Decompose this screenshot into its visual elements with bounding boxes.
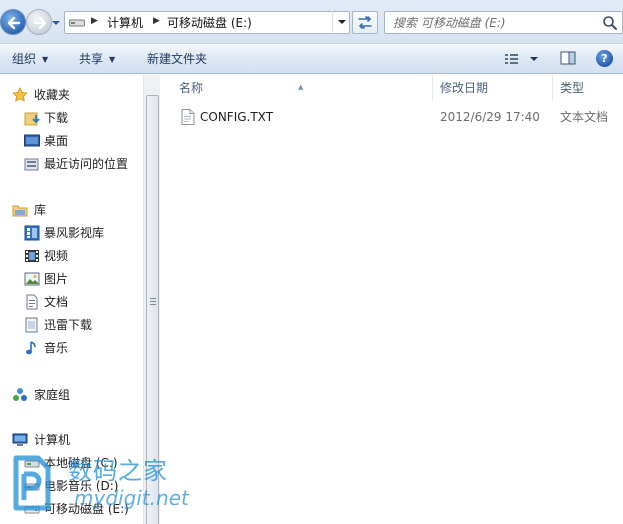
caret-down-icon: ▼ <box>42 55 49 64</box>
command-bar: 组织 ▼ 共享 ▼ 新建文件夹 ? <box>0 44 623 74</box>
preview-pane-button[interactable] <box>560 50 576 66</box>
search-input[interactable] <box>393 14 598 31</box>
star-icon <box>12 87 28 102</box>
recent-places-icon <box>24 158 39 171</box>
nav-favorites-label: 收藏夹 <box>34 88 71 102</box>
file-name: CONFIG.TXT <box>200 110 274 124</box>
nav-item-recent-places[interactable]: 最近访问的位置 <box>0 154 140 174</box>
desktop-icon <box>24 134 40 147</box>
file-modified: 2012/6/29 17:40 <box>440 110 540 124</box>
forward-button[interactable] <box>26 9 52 35</box>
file-row[interactable]: CONFIG.TXT 2012/6/29 17:40 文本文档 <box>161 106 623 128</box>
new-folder-button[interactable]: 新建文件夹 <box>147 51 207 67</box>
breadcrumb-separator-icon[interactable]: ▶ <box>91 16 98 26</box>
organize-label: 组织 <box>12 52 37 66</box>
file-type: 文本文档 <box>560 110 609 124</box>
share-label: 共享 <box>79 52 104 66</box>
search-icon[interactable] <box>602 15 618 31</box>
arrow-right-icon <box>33 16 47 30</box>
nav-homegroup-label: 家庭组 <box>34 388 71 402</box>
watermark: 数码之家 mydigit.net <box>8 450 198 520</box>
nav-libraries-label: 库 <box>34 203 47 217</box>
computer-icon <box>12 433 28 446</box>
video-icon <box>25 250 39 262</box>
nav-item-label: 迅雷下载 <box>44 318 93 332</box>
refresh-icon <box>358 16 372 29</box>
nav-item-label: 下载 <box>44 111 69 125</box>
nav-item-label: 音乐 <box>44 341 69 355</box>
back-button[interactable] <box>0 9 26 35</box>
breadcrumb-removable-disk[interactable]: 可移动磁盘 (E:) <box>167 15 252 31</box>
nav-item-label: 最近访问的位置 <box>44 157 129 171</box>
watermark-cn: 数码之家 <box>68 457 168 485</box>
watermark-logo-icon <box>13 455 51 511</box>
nav-item-label: 暴风影视库 <box>44 226 105 240</box>
caret-down-icon: ▼ <box>109 55 116 64</box>
text-file-icon <box>181 109 195 125</box>
nav-item-documents[interactable]: 文档 <box>0 292 140 312</box>
music-icon <box>26 341 36 355</box>
picture-icon <box>24 272 40 286</box>
nav-homegroup[interactable]: 家庭组 <box>0 385 140 405</box>
nav-libraries[interactable]: 库 <box>0 200 140 220</box>
preview-pane-icon <box>560 51 576 65</box>
column-header-name-label: 名称 <box>179 81 204 95</box>
media-library-icon <box>24 225 40 241</box>
change-view-button[interactable] <box>504 51 540 67</box>
arrow-left-icon <box>7 16 21 30</box>
organize-menu[interactable]: 组织 ▼ <box>12 51 48 67</box>
column-header-modified[interactable]: 修改日期 <box>434 75 553 101</box>
homegroup-icon <box>13 388 27 401</box>
column-header-name[interactable]: ▲ 名称 <box>161 75 433 101</box>
address-bar-row: ▶ 计算机 ▶ 可移动磁盘 (E:) <box>0 0 623 44</box>
help-button[interactable]: ? <box>596 50 613 67</box>
chevron-down-icon <box>338 20 346 24</box>
nav-item-label: 文档 <box>44 295 69 309</box>
address-box[interactable]: ▶ 计算机 ▶ 可移动磁盘 (E:) <box>64 11 350 34</box>
nav-item-label: 桌面 <box>44 134 69 148</box>
column-header-type-label: 类型 <box>560 81 585 95</box>
view-details-icon <box>505 54 538 64</box>
nav-favorites[interactable]: 收藏夹 <box>0 85 140 105</box>
download-library-icon <box>25 317 38 333</box>
new-folder-label: 新建文件夹 <box>147 52 208 66</box>
address-history-dropdown[interactable] <box>332 11 350 34</box>
download-folder-icon <box>24 112 40 126</box>
nav-item-xunlei-download[interactable]: 迅雷下载 <box>0 315 140 335</box>
file-list-pane: ▲ 名称 修改日期 类型 CONFIG.TXT 2012/6/29 17:40 … <box>161 75 623 524</box>
nav-item-label: 视频 <box>44 249 69 263</box>
breadcrumb-separator-icon[interactable]: ▶ <box>153 16 160 26</box>
nav-computer-label: 计算机 <box>34 433 71 447</box>
sort-ascending-icon: ▲ <box>298 83 304 91</box>
nav-item-pictures[interactable]: 图片 <box>0 269 140 289</box>
breadcrumb-computer[interactable]: 计算机 <box>107 15 143 31</box>
grip-icon <box>150 298 156 306</box>
nav-item-desktop[interactable]: 桌面 <box>0 131 140 151</box>
column-header-modified-label: 修改日期 <box>440 81 489 95</box>
share-menu[interactable]: 共享 ▼ <box>79 51 115 67</box>
nav-item-baofeng-library[interactable]: 暴风影视库 <box>0 223 140 243</box>
help-icon: ? <box>601 52 608 65</box>
nav-item-downloads[interactable]: 下载 <box>0 108 140 128</box>
search-box[interactable] <box>384 11 623 34</box>
watermark-en: mydigit.net <box>74 486 189 510</box>
chevron-down-icon <box>52 21 60 25</box>
library-icon <box>12 205 28 217</box>
recent-pages-button[interactable] <box>51 17 61 27</box>
column-header-type[interactable]: 类型 <box>554 75 623 101</box>
nav-computer[interactable]: 计算机 <box>0 430 140 450</box>
nav-item-label: 图片 <box>44 272 69 286</box>
nav-item-music[interactable]: 音乐 <box>0 338 140 358</box>
refresh-button[interactable] <box>352 11 378 34</box>
drive-icon <box>69 19 85 27</box>
document-icon <box>26 294 38 310</box>
nav-item-videos[interactable]: 视频 <box>0 246 140 266</box>
